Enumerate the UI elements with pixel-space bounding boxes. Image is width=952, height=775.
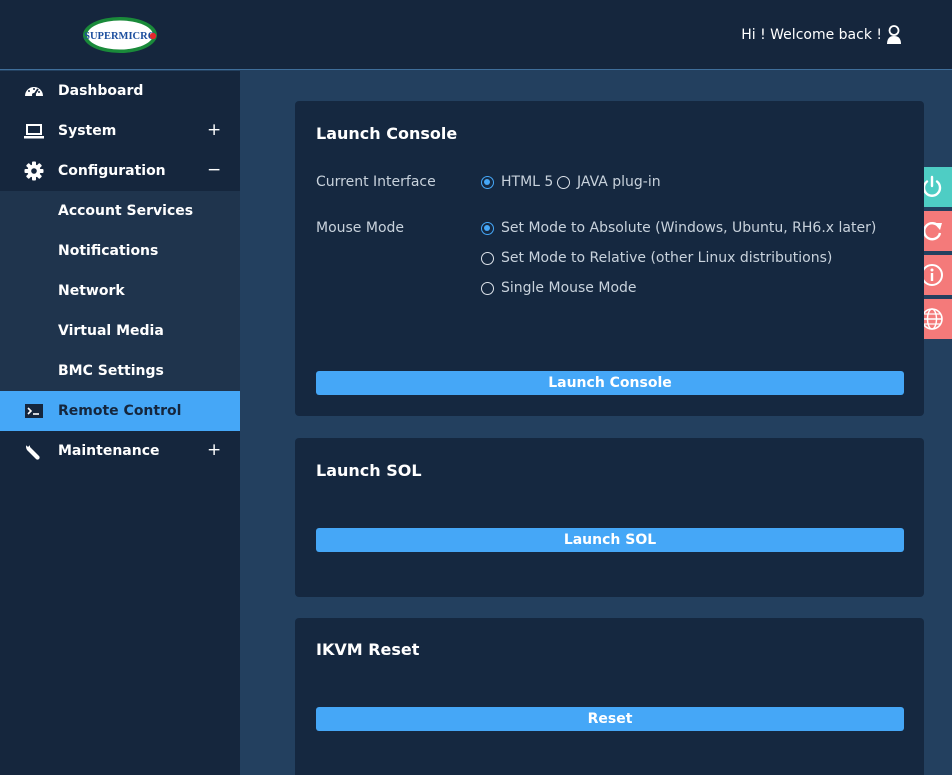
collapse-icon[interactable]: − bbox=[207, 160, 221, 180]
sidebar-item-label: System bbox=[58, 123, 117, 139]
sidebar-item-bmc-settings[interactable]: BMC Settings bbox=[0, 351, 240, 391]
sidebar-item-network[interactable]: Network bbox=[0, 271, 240, 311]
radio-label: HTML 5 bbox=[501, 174, 554, 190]
user-icon[interactable] bbox=[886, 25, 902, 45]
sidebar-item-account-services[interactable]: Account Services bbox=[0, 191, 240, 231]
sidebar-item-label: Maintenance bbox=[58, 443, 160, 459]
launch-console-button[interactable]: Launch Console bbox=[316, 371, 904, 395]
sidebar-item-notifications[interactable]: Notifications bbox=[0, 231, 240, 271]
radio-button[interactable] bbox=[481, 281, 494, 295]
sidebar-item-remote-control[interactable]: Remote Control bbox=[0, 391, 240, 431]
sidebar-item-maintenance[interactable]: Maintenance + bbox=[0, 431, 240, 471]
radio-button[interactable] bbox=[481, 251, 494, 265]
radio-label: Single Mouse Mode bbox=[501, 280, 637, 296]
logo-text: SUPERMICRO bbox=[84, 31, 156, 42]
card-title: Launch Console bbox=[316, 124, 458, 143]
radio-html5[interactable]: HTML 5 bbox=[481, 174, 553, 190]
radio-button[interactable] bbox=[557, 175, 570, 189]
sidebar-item-label: Network bbox=[58, 283, 125, 299]
radio-button-checked[interactable] bbox=[481, 221, 494, 235]
current-interface-label: Current Interface bbox=[316, 174, 436, 190]
sidebar-item-label: Virtual Media bbox=[58, 323, 164, 339]
sidebar-item-label: Configuration bbox=[58, 163, 166, 179]
supermicro-logo[interactable]: SUPERMICRO bbox=[82, 16, 158, 54]
card-title: Launch SOL bbox=[316, 461, 422, 480]
radio-label: Set Mode to Relative (other Linux distri… bbox=[501, 250, 833, 266]
terminal-icon bbox=[25, 404, 43, 418]
launch-sol-card: Launch SOL Launch SOL bbox=[295, 438, 924, 597]
expand-icon[interactable]: + bbox=[207, 120, 221, 140]
top-header: SUPERMICRO Hi ! Welcome back ! bbox=[0, 0, 952, 70]
speedometer-icon bbox=[25, 87, 43, 97]
laptop-icon bbox=[24, 124, 44, 139]
sidebar-item-system[interactable]: System + bbox=[0, 111, 240, 151]
sidebar-item-virtual-media[interactable]: Virtual Media bbox=[0, 311, 240, 351]
card-title: IKVM Reset bbox=[316, 640, 420, 659]
radio-java-plugin[interactable]: JAVA plug-in bbox=[557, 174, 661, 190]
radio-label: Set Mode to Absolute (Windows, Ubuntu, R… bbox=[501, 220, 877, 236]
sidebar-item-label: Notifications bbox=[58, 243, 159, 259]
radio-button-checked[interactable] bbox=[481, 175, 494, 189]
sidebar-item-configuration[interactable]: Configuration − bbox=[0, 151, 240, 191]
ikvm-reset-card: IKVM Reset Reset bbox=[295, 618, 924, 775]
radio-single-mouse[interactable]: Single Mouse Mode bbox=[481, 280, 637, 296]
mouse-mode-label: Mouse Mode bbox=[316, 220, 405, 236]
radio-mouse-absolute[interactable]: Set Mode to Absolute (Windows, Ubuntu, R… bbox=[481, 220, 876, 236]
sidebar-item-label: Remote Control bbox=[58, 403, 182, 419]
reset-button[interactable]: Reset bbox=[316, 707, 904, 731]
launch-console-card: Launch Console Current Interface HTML 5 … bbox=[295, 101, 924, 416]
launch-sol-button[interactable]: Launch SOL bbox=[316, 528, 904, 552]
sidebar-item-label: BMC Settings bbox=[58, 363, 164, 379]
wrench-icon bbox=[25, 441, 40, 460]
radio-label: JAVA plug-in bbox=[577, 174, 661, 190]
welcome-message: Hi ! Welcome back ! bbox=[741, 27, 882, 43]
sidebar: Dashboard System + Configuration − Accou… bbox=[0, 71, 240, 775]
sidebar-item-dashboard[interactable]: Dashboard bbox=[0, 71, 240, 111]
radio-mouse-relative[interactable]: Set Mode to Relative (other Linux distri… bbox=[481, 250, 832, 266]
expand-icon[interactable]: + bbox=[207, 440, 221, 460]
sidebar-item-label: Account Services bbox=[58, 203, 194, 219]
gear-icon bbox=[24, 161, 44, 181]
sidebar-item-label: Dashboard bbox=[58, 83, 144, 99]
